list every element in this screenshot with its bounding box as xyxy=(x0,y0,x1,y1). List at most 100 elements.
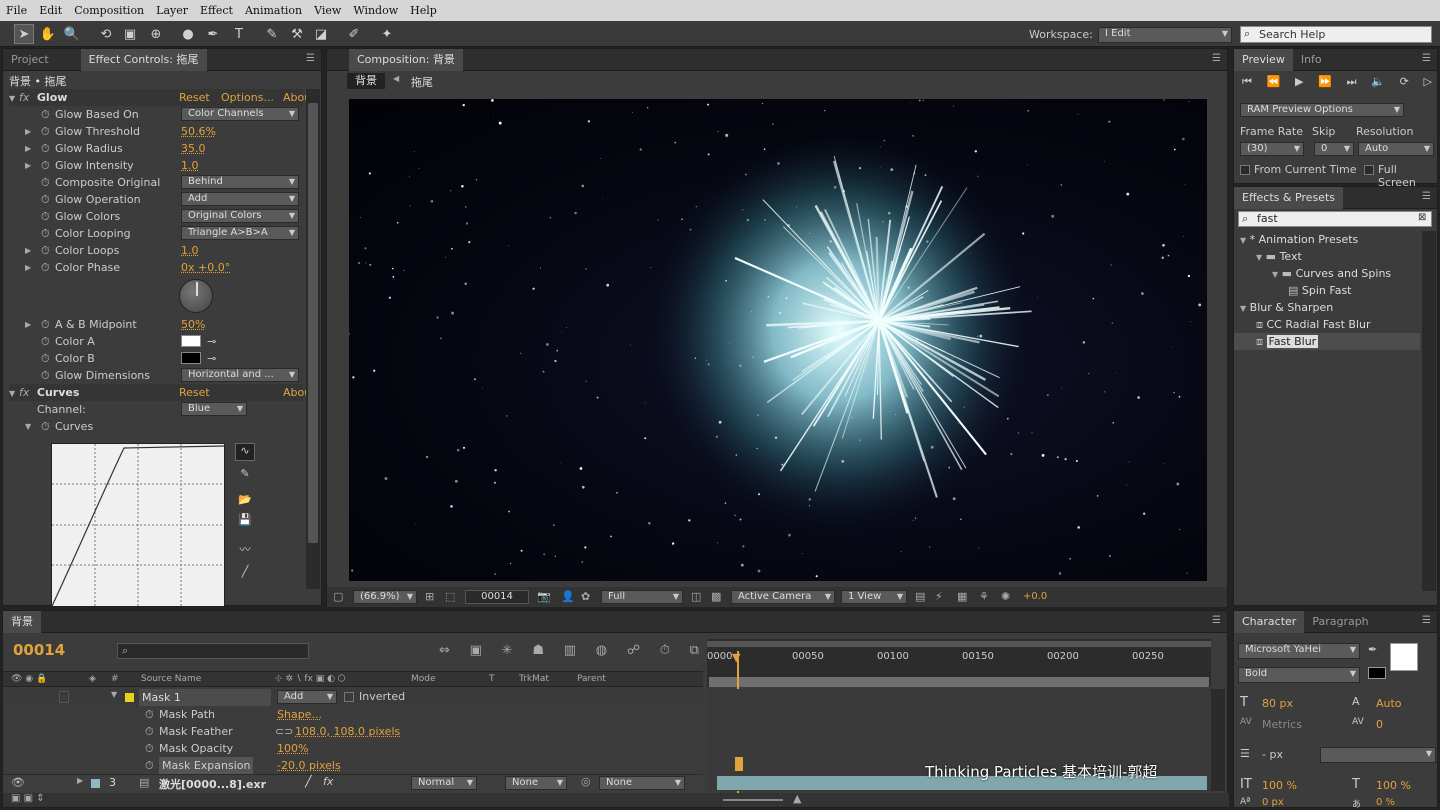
resolution-dropdown-preview[interactable]: Auto xyxy=(1358,142,1434,156)
expand-triangle-icon[interactable]: ▼ xyxy=(1240,304,1246,313)
eyedropper-icon[interactable]: ✒ xyxy=(1368,643,1377,656)
effects-tree-item[interactable]: ▼ Blur & Sharpen xyxy=(1234,299,1420,316)
panel-menu-icon[interactable]: ☰ xyxy=(1212,53,1221,64)
eraser-tool-icon[interactable]: ◪ xyxy=(311,24,331,44)
ram-preview-options-dropdown[interactable]: RAM Preview Options xyxy=(1240,103,1404,117)
mask-name[interactable]: Mask 1 xyxy=(139,689,271,706)
tab-project[interactable]: Project xyxy=(3,49,57,71)
tab-preview[interactable]: Preview xyxy=(1234,48,1293,71)
zoom-in-icon[interactable]: ▲ xyxy=(793,792,801,805)
stopwatch-icon[interactable]: ⏱ xyxy=(41,333,50,350)
parent-pickwhip-icon[interactable]: ◎ xyxy=(581,775,591,788)
inverted-checkbox[interactable] xyxy=(344,692,354,702)
stopwatch-icon[interactable]: ⏱ xyxy=(145,740,154,757)
expand-triangle-icon[interactable]: ▶ xyxy=(25,316,31,333)
stroke-style-dropdown[interactable] xyxy=(1320,747,1436,763)
stopwatch-icon[interactable]: ⏱ xyxy=(41,367,50,384)
mask-property-value[interactable]: 108.0, 108.0 pixels xyxy=(295,723,400,740)
mask-visibility-icon[interactable]: ⬚ xyxy=(445,590,455,603)
stopwatch-icon[interactable]: ⏱ xyxy=(41,225,50,242)
keyframe-marker[interactable] xyxy=(735,757,743,771)
trkmat-header[interactable]: TrkMat xyxy=(519,672,549,686)
comp-mini-flowchart-icon[interactable]: ⇔ xyxy=(439,643,450,658)
camera-view-dropdown[interactable]: Active Camera xyxy=(731,590,835,604)
stopwatch-icon[interactable]: ⏱ xyxy=(41,123,50,140)
eyedropper-icon[interactable]: ⊸ xyxy=(207,350,216,367)
frame-blending-icon[interactable]: ▥ xyxy=(564,643,576,658)
property-row[interactable]: ▶ ⏱ Color Loops 1.0 xyxy=(9,242,303,259)
loop-icon[interactable]: ⟳ xyxy=(1400,75,1409,89)
menu-item-animation[interactable]: Animation xyxy=(239,4,308,17)
breadcrumb-layer[interactable]: 拖尾 xyxy=(411,74,433,90)
live-update-icon[interactable]: ▣ xyxy=(470,643,482,658)
stopwatch-icon[interactable]: ⏱ xyxy=(41,140,50,157)
effects-tree-item[interactable]: ▼ ▬ Text xyxy=(1234,248,1420,265)
expand-triangle-icon[interactable]: ▼ xyxy=(1256,253,1262,262)
effects-scrollbar[interactable] xyxy=(1422,231,1436,591)
mode-header[interactable]: Mode xyxy=(411,672,436,686)
expand-triangle-icon[interactable]: ▶ xyxy=(25,123,31,140)
property-dropdown[interactable]: Horizontal and ... xyxy=(181,368,299,382)
property-row[interactable]: ⏱ Color B ⊸ xyxy=(9,350,303,367)
property-dropdown[interactable]: Triangle A>B>A xyxy=(181,226,299,240)
stopwatch-icon[interactable]: ⏱ xyxy=(145,723,154,740)
font-size-value[interactable]: 80 px xyxy=(1262,697,1293,710)
leading-value[interactable]: Auto xyxy=(1376,697,1402,710)
timeline-search-input[interactable]: ⌕ xyxy=(117,643,309,659)
ram-preview-icon[interactable]: ▷ xyxy=(1424,75,1432,89)
property-row[interactable]: ▶ ⏱ Color Phase 0x +0.0° xyxy=(9,259,303,276)
menu-item-window[interactable]: Window xyxy=(347,4,404,17)
color-phase-dial[interactable] xyxy=(179,279,213,313)
previous-frame-icon[interactable]: ⏪ xyxy=(1267,75,1281,89)
selection-tool-icon[interactable]: ➤ xyxy=(14,24,34,44)
stopwatch-icon[interactable]: ⏱ xyxy=(41,208,50,225)
menu-item-composition[interactable]: Composition xyxy=(68,4,150,17)
tab-timeline[interactable]: 背景 xyxy=(3,610,41,633)
first-frame-icon[interactable]: ⏮ xyxy=(1242,75,1252,89)
property-value[interactable]: 35.0 xyxy=(181,140,206,157)
curve-tool-icon[interactable]: ∿ xyxy=(235,443,255,461)
link-icon[interactable]: ⊂⊃ xyxy=(275,723,293,740)
mask-color-swatch[interactable] xyxy=(125,693,134,702)
pencil-tool-icon[interactable]: ✎ xyxy=(235,467,255,485)
toggle-pixel-aspect-icon[interactable]: ▤ xyxy=(915,590,925,603)
horizontal-scale-value[interactable]: 100 % xyxy=(1376,779,1411,792)
property-row[interactable]: ⏱ Glow Dimensions Horizontal and ... xyxy=(9,367,303,384)
curves-reset-link[interactable]: Reset xyxy=(179,384,210,401)
property-value[interactable]: 50.6% xyxy=(181,123,216,140)
rotate-tool-icon[interactable]: ⟲ xyxy=(96,24,116,44)
property-row[interactable]: ⏱ Composite Original Behind xyxy=(9,174,303,191)
search-help-input[interactable]: Search Help xyxy=(1240,26,1432,43)
color-swatch[interactable] xyxy=(181,352,201,364)
property-value[interactable]: 50% xyxy=(181,316,205,333)
panel-menu-icon[interactable]: ☰ xyxy=(1422,53,1431,64)
property-value[interactable]: 0x +0.0° xyxy=(181,259,230,276)
current-time-field[interactable]: 00014 xyxy=(465,590,529,604)
expand-triangle-icon[interactable]: ▼ xyxy=(1272,270,1278,279)
time-navigator[interactable] xyxy=(709,677,1209,687)
zoom-tool-icon[interactable]: 🔍 xyxy=(62,24,82,44)
effect-switch-icon[interactable]: fx xyxy=(323,775,333,788)
draft-3d-icon[interactable]: ✳ xyxy=(502,643,513,658)
ellipse-tool-icon[interactable]: ● xyxy=(178,24,198,44)
mask-property-row[interactable]: ⏱ Mask Expansion -20.0 pixels xyxy=(3,757,703,774)
panel-menu-icon[interactable]: ☰ xyxy=(306,53,315,64)
font-family-dropdown[interactable]: Microsoft YaHei xyxy=(1238,643,1360,659)
glow-options-link[interactable]: Options... xyxy=(221,89,274,106)
composition-viewer[interactable] xyxy=(349,99,1207,581)
curves-sub-row[interactable]: ▼ ⏱ Curves xyxy=(9,418,303,435)
curves-graph[interactable] xyxy=(51,443,225,607)
video-visibility-icon[interactable]: 👁 xyxy=(11,776,25,789)
clear-search-icon[interactable]: ⊠ xyxy=(1418,212,1426,223)
eyedropper-icon[interactable]: ⊸ xyxy=(207,333,216,350)
effects-search-input[interactable]: fast xyxy=(1238,211,1432,227)
timeline-timecode[interactable]: 00014 xyxy=(13,641,65,659)
time-ruler[interactable]: 0000 00050 00100 00150 00200 00250 xyxy=(707,639,1211,687)
tracking-value[interactable]: 0 xyxy=(1376,718,1383,731)
breadcrumb-comp[interactable]: 背景 xyxy=(347,73,385,89)
show-snapshot-icon[interactable]: 👤 xyxy=(561,590,575,603)
source-name-header[interactable]: Source Name xyxy=(141,672,201,686)
expand-triangle-icon[interactable]: ▶ xyxy=(25,259,31,276)
mask-mode-dropdown[interactable]: Add xyxy=(277,690,337,704)
exposure-value[interactable]: +0.0 xyxy=(1023,591,1047,602)
